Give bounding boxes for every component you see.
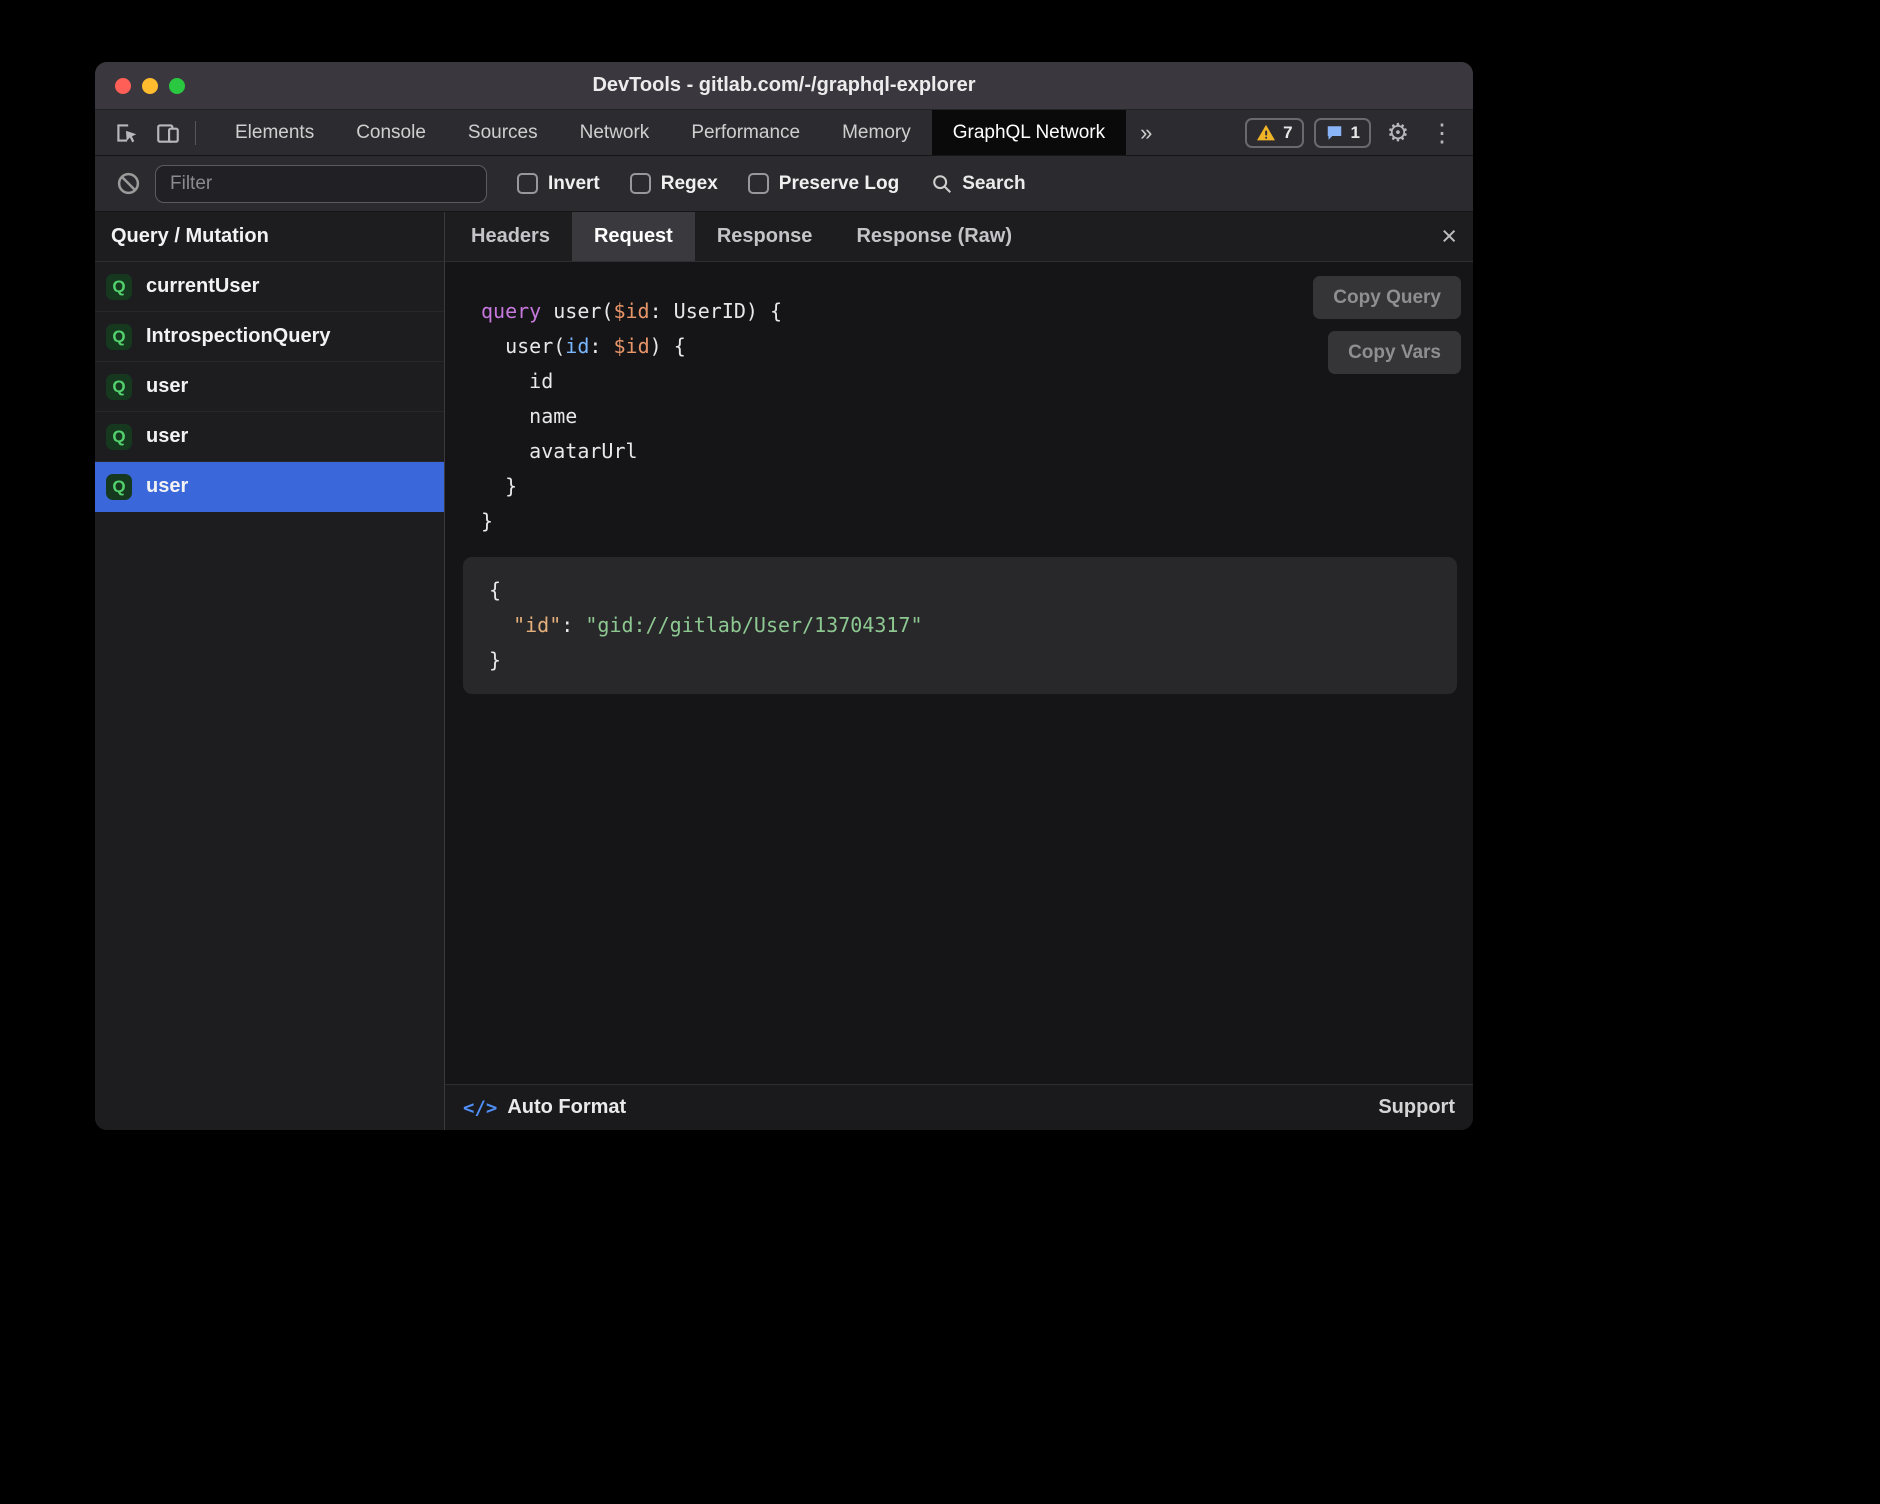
preserve-log-checkbox[interactable]: Preserve Log <box>748 173 899 195</box>
sidebar-header: Query / Mutation <box>95 212 444 262</box>
more-tabs-chevron-icon[interactable]: » <box>1126 110 1166 155</box>
query-list-item-label: user <box>146 475 188 498</box>
regex-checkbox-box <box>630 173 651 194</box>
content-area: Query / Mutation Q currentUser Q Introsp… <box>95 212 1473 1130</box>
tab-response[interactable]: Response <box>695 212 835 261</box>
regex-checkbox-label: Regex <box>661 173 718 195</box>
search-label: Search <box>962 173 1025 195</box>
code-brackets-icon: </> <box>463 1097 497 1119</box>
tab-response-raw[interactable]: Response (Raw) <box>834 212 1034 261</box>
auto-format-label: Auto Format <box>507 1096 626 1119</box>
search-toggle[interactable]: Search <box>931 173 1025 195</box>
tabbar-right-controls: 7 1 ⚙ ⋮ <box>1245 110 1473 155</box>
filter-toolbar: Invert Regex Preserve Log Search <box>95 156 1473 212</box>
titlebar: DevTools - gitlab.com/-/graphql-explorer <box>95 62 1473 110</box>
issues-badge[interactable]: 1 <box>1314 118 1371 148</box>
filter-input[interactable] <box>155 165 487 203</box>
query-list-item-user-1[interactable]: Q user <box>95 362 444 412</box>
tab-graphql-network[interactable]: GraphQL Network <box>932 110 1126 155</box>
regex-checkbox[interactable]: Regex <box>630 173 718 195</box>
toolbar-icons <box>95 110 214 155</box>
tab-console[interactable]: Console <box>335 110 447 155</box>
copy-query-button[interactable]: Copy Query <box>1313 276 1461 319</box>
query-list-item-label: currentUser <box>146 275 259 298</box>
query-type-badge: Q <box>106 274 132 300</box>
detail-tabs: Headers Request Response Response (Raw) … <box>445 212 1473 262</box>
support-link[interactable]: Support <box>1378 1096 1455 1119</box>
copy-vars-button[interactable]: Copy Vars <box>1328 331 1461 374</box>
query-list-item-label: IntrospectionQuery <box>146 325 330 348</box>
maximize-window-button[interactable] <box>169 78 185 94</box>
toolbar-divider <box>195 121 196 145</box>
request-body: Copy Query Copy Vars query user($id: Use… <box>445 262 1473 1084</box>
query-list-item-currentuser[interactable]: Q currentUser <box>95 262 444 312</box>
query-list-item-user-3-selected[interactable]: Q user <box>95 462 444 512</box>
graphql-variables-box: { "id": "gid://gitlab/User/13704317"} <box>463 557 1457 694</box>
tab-headers[interactable]: Headers <box>449 212 572 261</box>
settings-gear-icon[interactable]: ⚙ <box>1381 116 1415 150</box>
query-list-item-label: user <box>146 425 188 448</box>
invert-checkbox-label: Invert <box>548 173 600 195</box>
issues-bubble-icon <box>1325 124 1344 142</box>
query-type-badge: Q <box>106 374 132 400</box>
minimize-window-button[interactable] <box>142 78 158 94</box>
clear-block-icon[interactable] <box>111 167 145 201</box>
devtools-window: DevTools - gitlab.com/-/graphql-explorer… <box>95 62 1473 1130</box>
tab-performance[interactable]: Performance <box>670 110 821 155</box>
query-type-badge: Q <box>106 474 132 500</box>
device-toolbar-icon[interactable] <box>151 116 185 150</box>
invert-checkbox[interactable]: Invert <box>517 173 600 195</box>
request-detail-panel: Headers Request Response Response (Raw) … <box>445 212 1473 1130</box>
tab-memory[interactable]: Memory <box>821 110 932 155</box>
traffic-lights <box>115 62 185 109</box>
close-panel-icon[interactable]: × <box>1425 212 1473 261</box>
warning-icon <box>1256 124 1276 142</box>
window-title: DevTools - gitlab.com/-/graphql-explorer <box>592 74 975 97</box>
tab-network[interactable]: Network <box>559 110 671 155</box>
main-tabs: Elements Console Sources Network Perform… <box>214 110 1126 155</box>
query-type-badge: Q <box>106 424 132 450</box>
warning-count: 7 <box>1283 123 1292 143</box>
issues-count: 1 <box>1351 123 1360 143</box>
inspect-element-icon[interactable] <box>109 116 143 150</box>
tab-request[interactable]: Request <box>572 212 695 261</box>
preserve-log-checkbox-label: Preserve Log <box>779 173 899 195</box>
search-icon <box>931 173 953 195</box>
preserve-log-checkbox-box <box>748 173 769 194</box>
query-list-item-user-2[interactable]: Q user <box>95 412 444 462</box>
tab-elements[interactable]: Elements <box>214 110 335 155</box>
console-warnings-badge[interactable]: 7 <box>1245 118 1303 148</box>
query-list-sidebar: Query / Mutation Q currentUser Q Introsp… <box>95 212 445 1130</box>
devtools-tabbar: Elements Console Sources Network Perform… <box>95 110 1473 156</box>
auto-format-button[interactable]: </> Auto Format <box>463 1096 626 1119</box>
tab-sources[interactable]: Sources <box>447 110 559 155</box>
detail-footer: </> Auto Format Support <box>445 1084 1473 1130</box>
query-type-badge: Q <box>106 324 132 350</box>
close-window-button[interactable] <box>115 78 131 94</box>
query-list-item-label: user <box>146 375 188 398</box>
query-list-item-introspectionquery[interactable]: Q IntrospectionQuery <box>95 312 444 362</box>
invert-checkbox-box <box>517 173 538 194</box>
kebab-menu-icon[interactable]: ⋮ <box>1425 116 1459 150</box>
